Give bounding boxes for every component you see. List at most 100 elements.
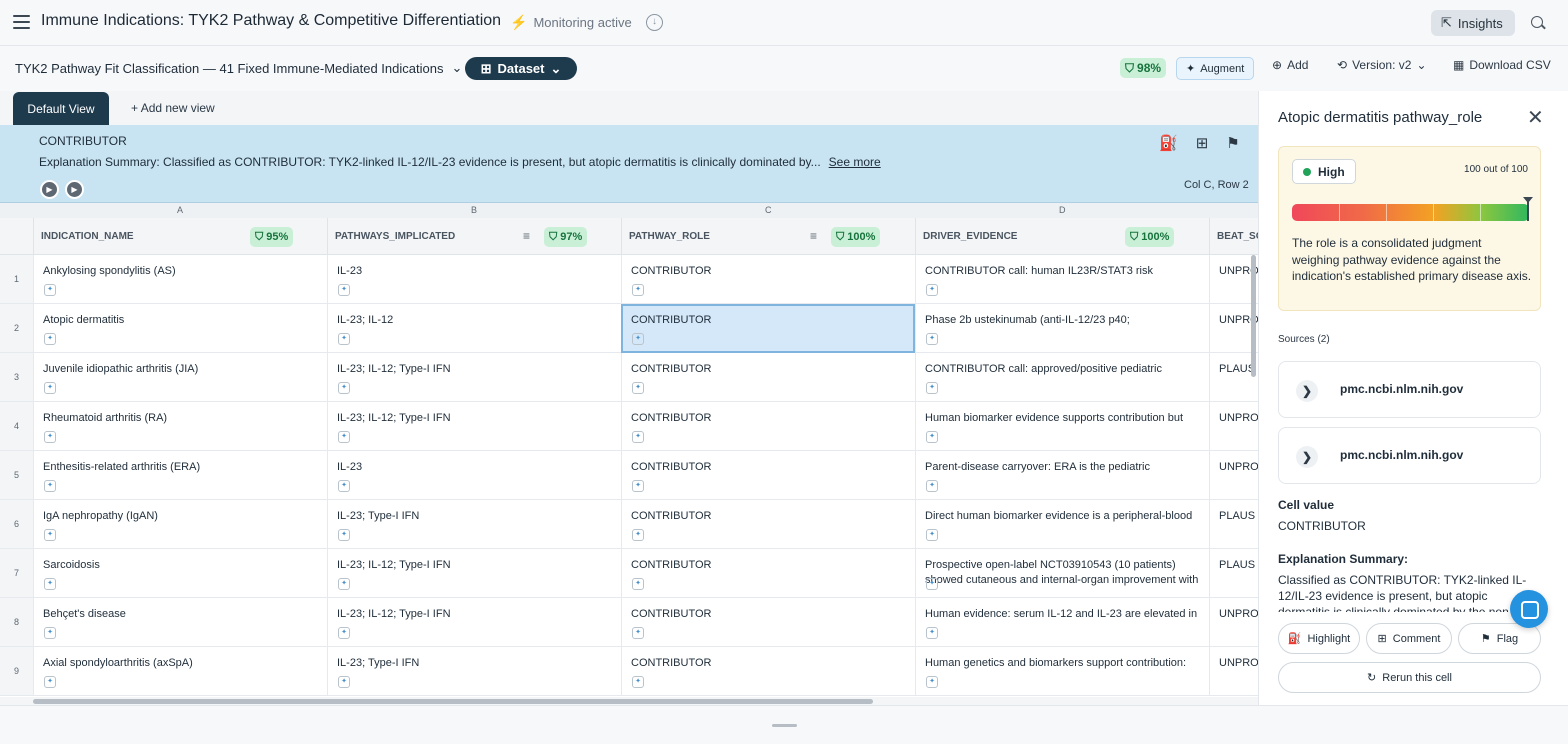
table-cell[interactable]: IL-23; IL-12 ✦ [327,304,621,353]
table-cell[interactable]: PLAUS [1209,549,1258,598]
horizontal-scrollbar[interactable] [33,699,873,704]
chat-icon[interactable] [1510,590,1548,628]
ai-sparkle-icon[interactable]: ✦ [44,333,56,345]
ai-sparkle-icon[interactable]: ✦ [44,676,56,688]
ai-sparkle-icon[interactable]: ✦ [338,676,350,688]
ai-sparkle-icon[interactable]: ✦ [632,578,644,590]
ai-sparkle-icon[interactable]: ✦ [44,627,56,639]
table-cell[interactable]: CONTRIBUTOR ✦ [621,402,915,451]
comment-button[interactable]: ⊞ Comment [1366,623,1452,654]
table-cell[interactable]: IL-23; IL-12; Type-I IFN ✦ [327,402,621,451]
download-csv-button[interactable]: ▦ Download CSV [1453,58,1551,72]
version-selector[interactable]: ⟲ Version: v2 ⌄ [1337,58,1427,72]
ai-sparkle-icon[interactable]: ✦ [926,480,938,492]
table-cell[interactable]: UNPRO [1209,451,1258,500]
ai-sparkle-icon[interactable]: ✦ [44,382,56,394]
ai-sparkle-icon[interactable]: ✦ [632,431,644,443]
table-cell[interactable]: Atopic dermatitis ✦ [33,304,327,353]
table-cell[interactable]: Sarcoidosis ✦ [33,549,327,598]
ai-sparkle-icon[interactable]: ✦ [338,431,350,443]
insights-button[interactable]: ⇱ Insights [1431,10,1515,36]
ai-sparkle-icon[interactable]: ✦ [926,627,938,639]
ai-sparkle-icon[interactable]: ✦ [632,333,644,345]
see-more-link[interactable]: See more [829,155,881,169]
ai-sparkle-icon[interactable]: ✦ [632,627,644,639]
dataset-button[interactable]: ⊞ Dataset ⌄ [465,57,577,80]
highlight-icon[interactable]: ⛽ [1159,134,1178,152]
table-cell[interactable]: CONTRIBUTOR ✦ [621,353,915,402]
augment-button[interactable]: ✦ Augment [1176,57,1255,80]
table-cell[interactable]: IL-23; IL-12; Type-I IFN ✦ [327,598,621,647]
table-cell[interactable]: Human genetics and biomarkers support co… [915,647,1209,696]
ai-sparkle-icon[interactable]: ✦ [44,431,56,443]
ai-sparkle-icon[interactable]: ✦ [338,284,350,296]
ai-sparkle-icon[interactable]: ✦ [338,529,350,541]
column-header-beat-so[interactable]: BEAT_SO [1209,218,1258,255]
source-card[interactable]: ❯ pmc.ncbi.nlm.nih.gov [1278,361,1541,418]
column-header-indication-name[interactable]: INDICATION_NAME ⛉ 95% [33,218,327,255]
flag-icon[interactable]: ⚑ [1226,134,1239,152]
table-cell[interactable]: Axial spondyloarthritis (axSpA) ✦ [33,647,327,696]
highlight-button[interactable]: ⛽ Highlight [1278,623,1360,654]
comment-icon[interactable]: ⊞ [1196,134,1209,152]
source-icon[interactable]: ▶ [65,180,84,199]
table-cell[interactable]: PLAUS [1209,500,1258,549]
download-circle-icon[interactable]: ↓ [646,14,663,31]
table-cell[interactable]: Ankylosing spondylitis (AS) ✦ [33,255,327,304]
filter-active-icon[interactable]: ≡ [810,229,817,243]
table-cell[interactable]: CONTRIBUTOR call: approved/positive pedi… [915,353,1209,402]
table-cell[interactable]: IgA nephropathy (IgAN) ✦ [33,500,327,549]
table-cell[interactable]: IL-23; Type-I IFN ✦ [327,500,621,549]
table-cell[interactable]: CONTRIBUTOR ✦ [621,500,915,549]
ai-sparkle-icon[interactable]: ✦ [44,529,56,541]
ai-sparkle-icon[interactable]: ✦ [338,578,350,590]
ai-sparkle-icon[interactable]: ✦ [926,529,938,541]
ai-sparkle-icon[interactable]: ✦ [632,284,644,296]
table-cell[interactable]: CONTRIBUTOR ✦ [621,255,915,304]
table-cell[interactable]: IL-23 ✦ [327,451,621,500]
table-cell[interactable]: Rheumatoid arthritis (RA) ✦ [33,402,327,451]
ai-sparkle-icon[interactable]: ✦ [926,382,938,394]
ai-sparkle-icon[interactable]: ✦ [926,431,938,443]
ai-sparkle-icon[interactable]: ✦ [926,284,938,296]
table-cell[interactable]: Behçet's disease ✦ [33,598,327,647]
table-cell[interactable]: IL-23; Type-I IFN ✦ [327,647,621,696]
table-cell[interactable]: Direct human biomarker evidence is a per… [915,500,1209,549]
table-cell[interactable]: CONTRIBUTOR call: human IL23R/STAT3 risk… [915,255,1209,304]
ai-sparkle-icon[interactable]: ✦ [44,578,56,590]
table-cell[interactable]: Juvenile idiopathic arthritis (JIA) ✦ [33,353,327,402]
filter-icon[interactable]: ≡ [523,229,530,243]
table-cell[interactable]: Prospective open-label NCT03910543 (10 p… [915,549,1209,598]
column-header-pathway-role[interactable]: PATHWAY_ROLE ≡ ⛉ 100% [621,218,915,255]
menu-icon[interactable] [13,15,30,29]
ai-sparkle-icon[interactable]: ✦ [338,333,350,345]
close-icon[interactable]: ✕ [1527,105,1544,130]
table-cell[interactable]: CONTRIBUTOR ✦ [621,304,915,353]
table-cell[interactable]: Human evidence: serum IL-12 and IL-23 ar… [915,598,1209,647]
table-cell[interactable]: IL-23 ✦ [327,255,621,304]
ai-sparkle-icon[interactable]: ✦ [44,480,56,492]
ai-sparkle-icon[interactable]: ✦ [338,627,350,639]
table-cell[interactable]: UNPRO [1209,598,1258,647]
table-cell[interactable]: CONTRIBUTOR ✦ [621,451,915,500]
ai-sparkle-icon[interactable]: ✦ [926,333,938,345]
table-cell[interactable]: UNPRO [1209,647,1258,696]
table-cell[interactable]: UNPRO [1209,402,1258,451]
ai-sparkle-icon[interactable]: ✦ [632,529,644,541]
table-cell[interactable]: CONTRIBUTOR ✦ [621,598,915,647]
resize-handle[interactable] [772,724,797,727]
table-cell[interactable]: IL-23; IL-12; Type-I IFN ✦ [327,353,621,402]
table-cell[interactable]: CONTRIBUTOR ✦ [621,647,915,696]
add-button[interactable]: ⊕ Add [1272,58,1308,72]
table-cell[interactable]: Enthesitis-related arthritis (ERA) ✦ [33,451,327,500]
table-cell[interactable]: Parent-disease carryover: ERA is the ped… [915,451,1209,500]
ai-sparkle-icon[interactable]: ✦ [632,480,644,492]
table-cell[interactable]: Human biomarker evidence supports contri… [915,402,1209,451]
table-cell[interactable]: CONTRIBUTOR ✦ [621,549,915,598]
source-card[interactable]: ❯ pmc.ncbi.nlm.nih.gov [1278,427,1541,484]
table-cell[interactable]: IL-23; IL-12; Type-I IFN ✦ [327,549,621,598]
tab-default-view[interactable]: Default View [13,92,109,125]
source-icon[interactable]: ▶ [40,180,59,199]
ai-sparkle-icon[interactable]: ✦ [44,284,56,296]
column-header-driver-evidence[interactable]: DRIVER_EVIDENCE ⛉ 100% [915,218,1209,255]
